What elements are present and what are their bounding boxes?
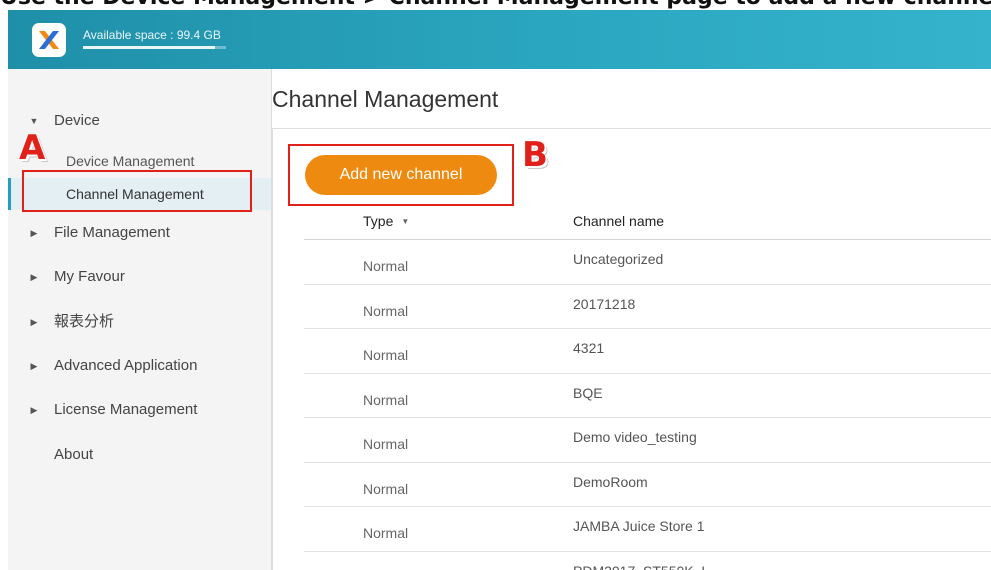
app-logo[interactable] [32, 23, 66, 57]
cell-type: Normal [363, 258, 409, 274]
annotation-label-a: A [19, 128, 46, 168]
document-heading: Use the Device Management > Channel Mana… [0, 0, 991, 10]
cell-channel-name: BQE [573, 384, 603, 401]
cell-channel-name: Demo video_testing [573, 429, 697, 445]
caret-right-icon: ▶ [30, 361, 38, 371]
cell-channel-name: 4321 [573, 340, 605, 356]
cell-type: Normal [363, 436, 409, 452]
cell-type: Normal [363, 525, 409, 541]
active-indicator [8, 178, 11, 210]
cell-type: Normal [363, 391, 409, 408]
storage-progress-bar [83, 46, 226, 49]
page-title: Channel Management [272, 86, 499, 112]
sidebar-item-label: File Management [54, 224, 170, 241]
table-row[interactable]: Normal DemoRoom [304, 463, 991, 507]
sidebar-item-file-management[interactable]: ▶ File Management [8, 219, 271, 247]
table-row[interactable]: Normal Demo video_testing [304, 418, 991, 463]
cell-channel-name: JAMBA Juice Store 1 [573, 518, 705, 534]
app-window: Available space : 99.4 GB ▼ Device Devic… [8, 10, 991, 570]
column-header-type-label: Type [363, 213, 394, 229]
storage-progress-fill [83, 46, 215, 49]
available-space-label: Available space : 99.4 GB [83, 28, 221, 42]
caret-right-icon: ▶ [30, 405, 38, 415]
cell-type: Normal [363, 480, 409, 497]
sidebar-item-label: License Management [54, 401, 198, 418]
caret-right-icon: ▶ [30, 228, 38, 238]
table-row[interactable]: Normal BQE [304, 374, 991, 418]
cell-channel-name: DemoRoom [573, 473, 648, 490]
table-row[interactable]: Normal 20171218 [304, 285, 991, 329]
sort-caret-icon: ▼ [401, 217, 410, 226]
caret-right-icon: ▶ [30, 272, 38, 282]
sidebar-item-device[interactable]: ▼ Device [8, 107, 271, 135]
cell-channel-name: PDM2017_ST550K_L [573, 563, 709, 570]
sidebar-item-report-analysis[interactable]: ▶ 報表分析 [8, 308, 271, 336]
caret-right-icon: ▶ [30, 317, 38, 327]
sidebar-item-license-management[interactable]: ▶ License Management [8, 396, 271, 424]
table-row[interactable]: NormalPDM2017_ST550K_L [304, 552, 991, 570]
sidebar-item-label: Device [54, 112, 100, 129]
table-body: Normal Uncategorized Normal 20171218 Normal 4… [304, 240, 991, 570]
sidebar: ▼ Device Device Management Channel Manag… [8, 69, 272, 570]
sidebar-item-label: 報表分析 [54, 313, 115, 330]
column-header-type[interactable]: Type ▼ [363, 213, 409, 229]
cell-channel-name: 20171218 [573, 295, 636, 312]
sidebar-item-advanced-application[interactable]: ▶ Advanced Application [8, 352, 271, 380]
cell-channel-name: Uncategorized [573, 251, 664, 267]
sidebar-item-label: Advanced Application [54, 357, 198, 374]
cell-type: Normal [363, 302, 409, 319]
column-header-channel-name: Channel name [573, 213, 665, 229]
table-row[interactable]: Normal JAMBA Juice Store 1 [304, 507, 991, 552]
sidebar-item-about[interactable]: About [8, 441, 271, 469]
top-bar: Available space : 99.4 GB [8, 10, 991, 69]
sidebar-item-label: My Favour [54, 268, 125, 285]
annotation-label-b: B [522, 135, 548, 175]
table-row[interactable]: Normal Uncategorized [304, 240, 991, 285]
annotation-box-a [22, 170, 252, 212]
table-row[interactable]: Normal 4321 [304, 329, 991, 374]
table-header: Type ▼ Channel name [304, 201, 991, 240]
sidebar-item-my-favour[interactable]: ▶ My Favour [8, 263, 271, 291]
cell-type: Normal [363, 347, 409, 363]
channel-table: Type ▼ Channel name Normal Uncategorized No… [304, 201, 991, 570]
annotation-box-b [288, 144, 514, 206]
sidebar-item-label: About [54, 446, 94, 463]
x-logo-icon [39, 31, 59, 49]
